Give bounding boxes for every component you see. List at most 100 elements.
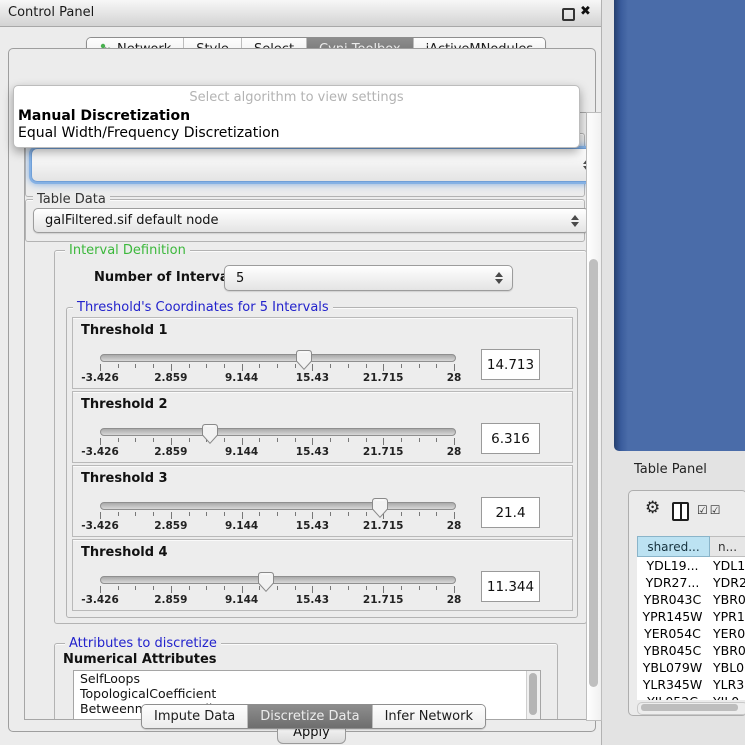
table-cell[interactable]: YIL052C [637, 693, 708, 700]
slider-tick [419, 438, 420, 442]
table-cell[interactable]: YDR2 [708, 574, 745, 591]
table-cell[interactable]: YDL1 [708, 557, 745, 574]
table-row[interactable]: YPR145WYPR1 [637, 608, 745, 625]
table-cell[interactable]: YBR0 [708, 642, 745, 659]
threshold-panel: Threshold 4-3.4262.8599.14415.4321.71528… [72, 539, 573, 611]
table-column-header[interactable]: shared... [637, 536, 710, 557]
attribute-list-item[interactable]: SelfLoops [74, 671, 540, 686]
slider-tick [153, 586, 154, 590]
checkbox-icons[interactable]: ☑☑ [697, 503, 723, 517]
slider-tick [401, 438, 402, 442]
slider-handle[interactable] [296, 350, 312, 370]
slider-tick [436, 364, 437, 368]
table-cell[interactable]: YDR27... [637, 574, 708, 591]
float-window-icon[interactable] [562, 8, 575, 21]
table-row[interactable]: YIL052CYIL0 [637, 693, 745, 700]
main-vertical-scrollbar[interactable] [586, 112, 602, 721]
scrollbar-thumb[interactable] [589, 259, 598, 687]
slider-tick [242, 586, 243, 593]
slider-tick [100, 364, 101, 371]
number-of-intervals-combobox[interactable]: 5 [224, 265, 513, 291]
slider-handle[interactable] [202, 424, 218, 444]
scrollbar-thumb[interactable] [641, 704, 738, 711]
threshold-value-field[interactable]: 21.4 [481, 497, 540, 528]
slider-tick-label: 21.715 [363, 520, 404, 532]
algorithm-option[interactable]: Equal Width/Frequency Discretization [17, 125, 572, 141]
slider-tick [118, 438, 119, 442]
number-of-intervals-value: 5 [236, 271, 244, 286]
close-icon[interactable]: ✖ [580, 4, 591, 19]
table-cell[interactable]: YLR3 [708, 676, 745, 693]
table-cell[interactable]: YBL079W [637, 659, 708, 676]
settings-gear-icon[interactable]: ⚙ [645, 500, 660, 517]
slider-track[interactable] [100, 428, 456, 436]
table-cell[interactable]: YDL19... [637, 557, 708, 574]
threshold-value-field[interactable]: 14.713 [481, 349, 540, 380]
table-horizontal-scrollbar[interactable] [637, 702, 745, 715]
table-cell[interactable]: YIL0 [708, 693, 745, 700]
threshold-panel: Threshold 3-3.4262.8599.14415.4321.71528… [72, 465, 573, 537]
slider-tick [259, 512, 260, 516]
scrollbar-thumb[interactable] [529, 673, 537, 715]
table-row[interactable]: YBR043CYBR0 [637, 591, 745, 608]
thresholds-group-label: Threshold's Coordinates for 5 Intervals [73, 300, 333, 315]
table-cell[interactable]: YBL0 [708, 659, 745, 676]
tab-infer-network[interactable]: Infer Network [373, 705, 485, 728]
threshold-panel: Threshold 2-3.4262.8599.14415.4321.71528… [72, 391, 573, 463]
slider-tick-label: -3.426 [81, 594, 119, 606]
column-layout-icon[interactable] [672, 502, 689, 521]
tab-impute-data[interactable]: Impute Data [142, 705, 248, 728]
slider-tick [259, 438, 260, 442]
algorithm-option[interactable]: Manual Discretization [17, 108, 572, 124]
slider-tick [348, 586, 349, 590]
slider-track[interactable] [100, 354, 456, 362]
table-row[interactable]: YDR27...YDR2 [637, 574, 745, 591]
table-cell[interactable]: YBR0 [708, 591, 745, 608]
table-cell[interactable]: YER054C [637, 625, 708, 642]
threshold-value-field[interactable]: 11.344 [481, 571, 540, 602]
slider-tick [242, 438, 243, 445]
slider-tick [401, 512, 402, 516]
slider-tick [153, 438, 154, 442]
slider-track[interactable] [100, 502, 456, 510]
table-row[interactable]: YLR345WYLR3 [637, 676, 745, 693]
table-cell[interactable]: YBR045C [637, 642, 708, 659]
table-column-header[interactable]: n... [710, 536, 745, 557]
slider-handle[interactable] [258, 572, 274, 592]
slider-tick [436, 586, 437, 590]
slider-tick [330, 438, 331, 442]
slider-tick-label: 28 [447, 372, 462, 384]
slider-tick [153, 364, 154, 368]
slider-tick [295, 512, 296, 516]
slider-tick [436, 512, 437, 516]
attribute-list-item[interactable]: TopologicalCoefficient [74, 686, 540, 701]
table-row[interactable]: YBL079WYBL0 [637, 659, 745, 676]
table-data-combobox-value: galFiltered.sif default node [45, 213, 219, 228]
table-cell[interactable]: YPR1 [708, 608, 745, 625]
slider-track[interactable] [100, 576, 456, 584]
slider-tick [330, 364, 331, 368]
table-cell[interactable]: YER0 [708, 625, 745, 642]
slider-tick [454, 512, 455, 519]
table-cell[interactable]: YBR043C [637, 591, 708, 608]
table-panel-title: Table Panel [634, 462, 707, 477]
slider-tick [100, 512, 101, 519]
table-row[interactable]: YER054CYER0 [637, 625, 745, 642]
slider-handle[interactable] [372, 498, 388, 518]
table-row[interactable]: YBR045CYBR0 [637, 642, 745, 659]
table-data-combobox[interactable]: galFiltered.sif default node [33, 208, 587, 233]
slider-tick [100, 586, 101, 593]
table-row[interactable]: YDL19...YDL1 [637, 557, 745, 574]
table-cell[interactable]: YLR345W [637, 676, 708, 693]
slider-tick [277, 438, 278, 442]
algorithm-combobox[interactable] [31, 148, 587, 182]
slider-tick [330, 586, 331, 590]
slider-tick [277, 364, 278, 368]
threshold-value-field[interactable]: 6.316 [481, 423, 540, 454]
algorithm-dropdown-popup: Select algorithm to view settings Manual… [13, 85, 580, 148]
tab-discretize-data[interactable]: Discretize Data [248, 705, 372, 728]
slider-tick [277, 512, 278, 516]
attributes-list-scrollbar[interactable] [526, 671, 540, 720]
threshold-label: Threshold 4 [81, 545, 168, 560]
table-cell[interactable]: YPR145W [637, 608, 708, 625]
